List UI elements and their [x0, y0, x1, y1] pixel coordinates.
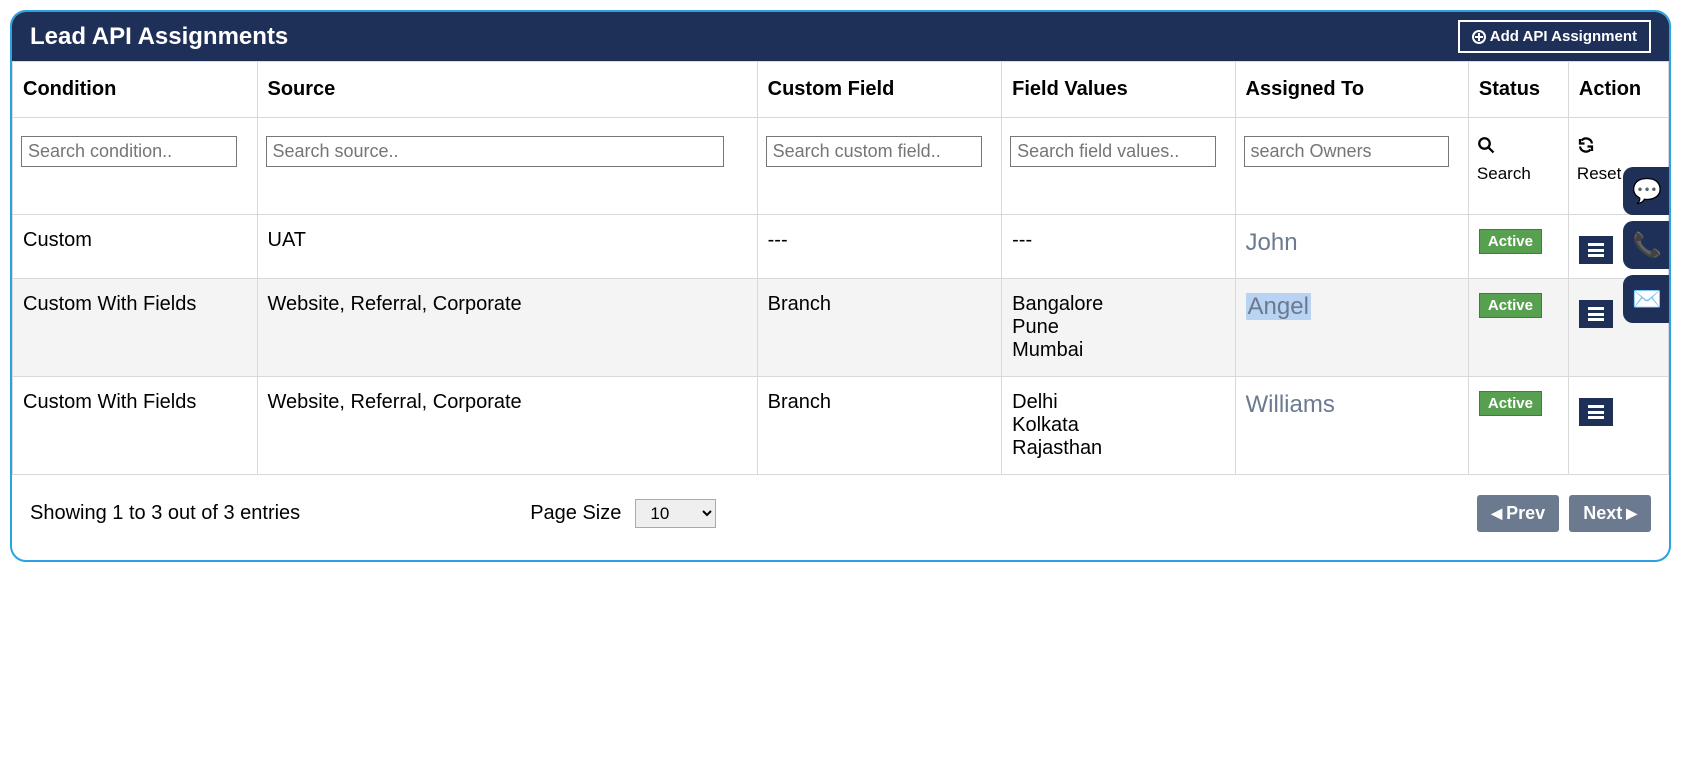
page-size-select[interactable]: 10	[635, 499, 716, 528]
source-cell: UAT	[257, 215, 757, 279]
col-field-values: Field Values	[1002, 62, 1235, 118]
row-action-button[interactable]	[1579, 300, 1613, 328]
row-action-button[interactable]	[1579, 398, 1613, 426]
condition-cell: Custom	[13, 215, 258, 279]
mail-icon: ✉️	[1632, 285, 1662, 314]
condition-cell: Custom With Fields	[13, 377, 258, 475]
assignments-table: Condition Source Custom Field Field Valu…	[12, 61, 1669, 475]
source-cell: Website, Referral, Corporate	[257, 377, 757, 475]
col-action: Action	[1568, 62, 1668, 118]
row-action-button[interactable]	[1579, 236, 1613, 264]
filter-condition-input[interactable]	[21, 136, 237, 167]
chat-icon: 💬	[1632, 177, 1662, 206]
chevron-left-icon: ◀	[1491, 505, 1502, 522]
status-cell: Active	[1468, 377, 1568, 475]
col-status: Status	[1468, 62, 1568, 118]
assigned-name: Angel	[1246, 293, 1311, 320]
custom-field-cell: Branch	[757, 279, 1002, 377]
filter-custom-field-input[interactable]	[766, 136, 982, 167]
custom-field-cell: Branch	[757, 377, 1002, 475]
search-icon[interactable]	[1477, 138, 1495, 158]
field-values-cell: ---	[1002, 215, 1235, 279]
col-assigned-to: Assigned To	[1235, 62, 1468, 118]
filter-owners-input[interactable]	[1244, 136, 1450, 167]
chat-widget[interactable]: 💬	[1623, 167, 1671, 215]
menu-icon	[1588, 243, 1604, 257]
next-label: Next	[1583, 503, 1622, 524]
status-badge[interactable]: Active	[1479, 293, 1542, 318]
status-badge[interactable]: Active	[1479, 229, 1542, 254]
menu-icon	[1588, 405, 1604, 419]
condition-cell: Custom With Fields	[13, 279, 258, 377]
assigned-to-cell: John	[1235, 215, 1468, 279]
add-api-assignment-label: Add API Assignment	[1490, 28, 1637, 45]
table-row: Custom With FieldsWebsite, Referral, Cor…	[13, 377, 1669, 475]
custom-field-cell: ---	[757, 215, 1002, 279]
panel-header: Lead API Assignments Add API Assignment	[12, 12, 1669, 61]
field-values-cell: Bangalore Pune Mumbai	[1002, 279, 1235, 377]
chevron-right-icon: ▶	[1626, 505, 1637, 522]
page-title: Lead API Assignments	[30, 23, 288, 51]
assigned-to-cell: Williams	[1235, 377, 1468, 475]
search-label: Search	[1477, 164, 1560, 184]
reset-icon[interactable]	[1577, 138, 1595, 158]
phone-icon: 📞	[1632, 231, 1662, 260]
assigned-name: John	[1246, 229, 1298, 256]
add-api-assignment-button[interactable]: Add API Assignment	[1458, 20, 1651, 53]
status-cell: Active	[1468, 215, 1568, 279]
field-values-cell: Delhi Kolkata Rajasthan	[1002, 377, 1235, 475]
filter-field-values-input[interactable]	[1010, 136, 1216, 167]
filter-row: Search Reset	[13, 118, 1669, 215]
assigned-to-cell: Angel	[1235, 279, 1468, 377]
plus-circle-icon	[1472, 30, 1486, 44]
menu-icon	[1588, 307, 1604, 321]
action-cell	[1568, 377, 1668, 475]
table-header-row: Condition Source Custom Field Field Valu…	[13, 62, 1669, 118]
mail-widget[interactable]: ✉️	[1623, 275, 1671, 323]
status-cell: Active	[1468, 279, 1568, 377]
side-widgets: 💬 📞 ✉️	[1623, 167, 1671, 323]
status-badge[interactable]: Active	[1479, 391, 1542, 416]
col-source: Source	[257, 62, 757, 118]
col-custom-field: Custom Field	[757, 62, 1002, 118]
table-row: CustomUAT------JohnActive	[13, 215, 1669, 279]
assigned-name: Williams	[1246, 391, 1335, 418]
table-footer: Showing 1 to 3 out of 3 entries Page Siz…	[12, 475, 1669, 560]
prev-button[interactable]: ◀ Prev	[1477, 495, 1559, 532]
lead-api-assignments-panel: Lead API Assignments Add API Assignment …	[10, 10, 1671, 562]
source-cell: Website, Referral, Corporate	[257, 279, 757, 377]
prev-label: Prev	[1506, 503, 1545, 524]
table-row: Custom With FieldsWebsite, Referral, Cor…	[13, 279, 1669, 377]
page-size-label: Page Size	[530, 502, 621, 525]
phone-widget[interactable]: 📞	[1623, 221, 1671, 269]
next-button[interactable]: Next ▶	[1569, 495, 1651, 532]
entries-info: Showing 1 to 3 out of 3 entries	[30, 502, 300, 525]
col-condition: Condition	[13, 62, 258, 118]
filter-source-input[interactable]	[266, 136, 725, 167]
